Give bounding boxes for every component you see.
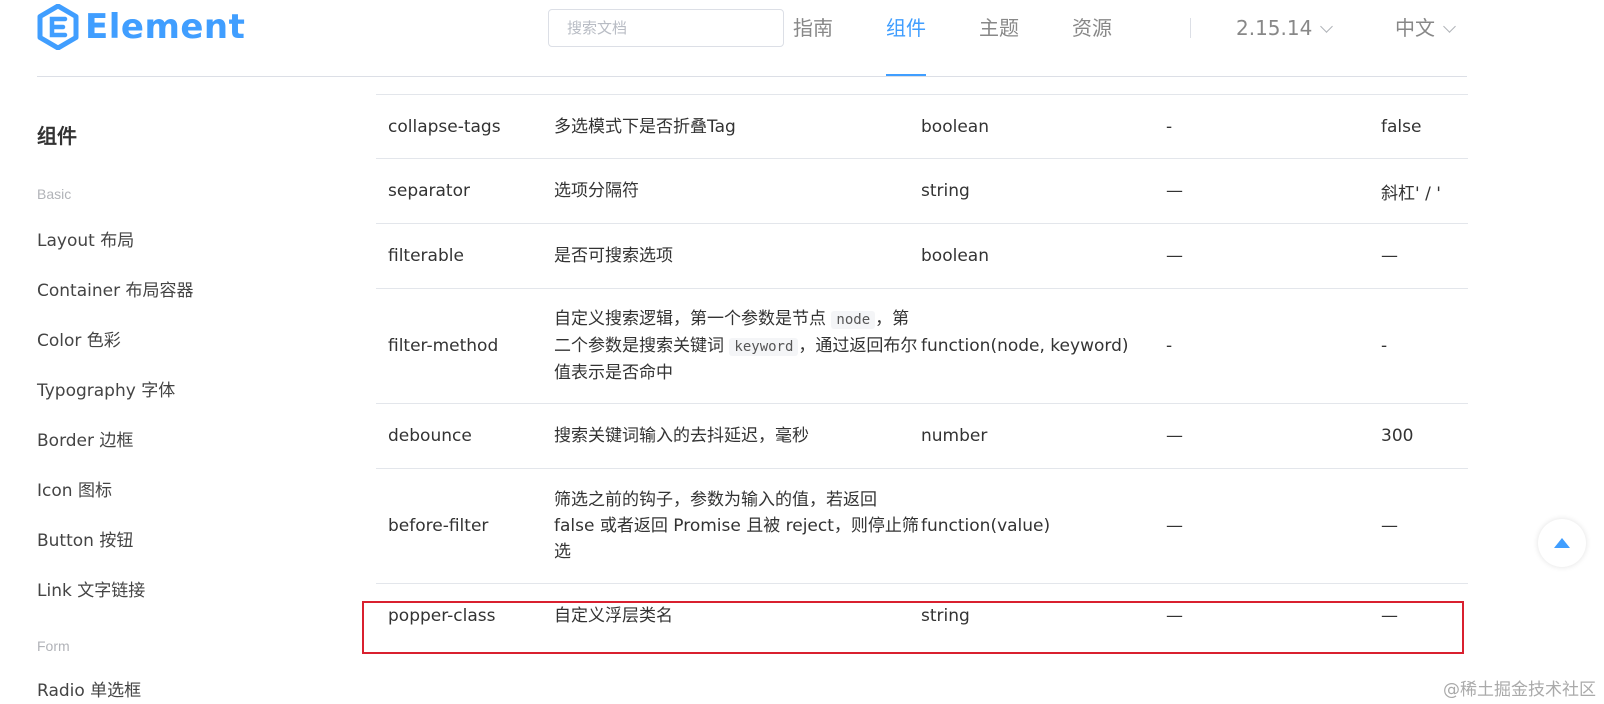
options-cell: -	[1166, 336, 1173, 356]
nav-guide-label[interactable]: 指南	[793, 16, 833, 40]
search-input[interactable]	[548, 9, 784, 47]
type-cell: string	[921, 181, 970, 201]
param-cell: collapse-tags	[388, 116, 501, 137]
table-row: filterable 是否可搜索选项 boolean — —	[376, 223, 1468, 288]
description-cell: 自定义搜索逻辑，第一个参数是节点 node ，第二个参数是搜索关键词 keywor…	[554, 289, 919, 403]
table-row: debounce 搜索关键词输入的去抖延迟，毫秒 number — 300	[376, 403, 1468, 468]
language-label: 中文	[1395, 16, 1435, 40]
default-cell: —	[1381, 516, 1398, 536]
options-cell: -	[1166, 116, 1173, 137]
param-cell: filter-method	[388, 336, 499, 356]
description-cell: 筛选之前的钩子，参数为输入的值，若返回 false 或者返回 Promise 且…	[554, 469, 919, 583]
sidebar-item-icon[interactable]: Icon 图标	[37, 476, 112, 501]
type-cell: boolean	[921, 246, 989, 266]
table-row: separator 选项分隔符 string — 斜杠' / '	[376, 158, 1468, 223]
sidebar-item-container[interactable]: Container 布局容器	[37, 276, 193, 301]
sidebar-item-link[interactable]: Link 文字链接	[37, 576, 145, 601]
description-text: 选项分隔符	[554, 178, 639, 204]
brand-name: Element	[85, 7, 246, 47]
sidebar-group-basic: Basic	[37, 186, 72, 202]
sidebar-item-radio[interactable]: Radio 单选框	[37, 676, 141, 701]
nav-component-label[interactable]: 组件	[886, 16, 926, 40]
sidebar-item-layout[interactable]: Layout 布局	[37, 226, 134, 251]
param-cell: debounce	[388, 426, 472, 446]
table-row: collapse-tags 多选模式下是否折叠Tag boolean - false	[376, 94, 1468, 158]
description-cell: 搜索关键词输入的去抖延迟，毫秒	[554, 404, 919, 468]
default-cell: -	[1381, 336, 1388, 356]
highlight-box	[362, 601, 1464, 654]
description-text: 自定义搜索逻辑，第一个参数是节点 node ，第二个参数是搜索关键词 keywor…	[554, 306, 919, 386]
options-cell: —	[1166, 181, 1183, 201]
param-cell: separator	[388, 181, 470, 201]
language-dropdown[interactable]: 中文	[1395, 0, 1456, 56]
default-cell: 300	[1381, 426, 1414, 446]
sidebar-item-button[interactable]: Button 按钮	[37, 526, 133, 551]
nav-divider	[1190, 18, 1191, 38]
table-row: before-filter 筛选之前的钩子，参数为输入的值，若返回 false 或…	[376, 468, 1468, 583]
sidebar-item-border[interactable]: Border 边框	[37, 426, 133, 451]
default-cell: —	[1381, 246, 1398, 266]
description-text: 多选模式下是否折叠Tag	[554, 114, 736, 140]
description-text: 是否可搜索选项	[554, 243, 673, 269]
type-cell: boolean	[921, 116, 989, 137]
description-text: 搜索关键词输入的去抖延迟，毫秒	[554, 423, 809, 449]
description-text: 筛选之前的钩子，参数为输入的值，若返回 false 或者返回 Promise 且…	[554, 487, 919, 565]
back-to-top-button[interactable]	[1538, 519, 1586, 567]
nav-resource-label[interactable]: 资源	[1072, 16, 1112, 40]
default-cell: false	[1381, 116, 1422, 137]
description-cell: 是否可搜索选项	[554, 224, 919, 288]
options-cell: —	[1166, 426, 1183, 446]
description-fragment: 多选模式下是否折叠Tag	[554, 116, 736, 137]
description-fragment: 是否可搜索选项	[554, 246, 673, 266]
inline-code: node	[831, 311, 876, 329]
attributes-table: collapse-tags 多选模式下是否折叠Tag boolean - false se…	[376, 94, 1468, 648]
chevron-down-icon	[1443, 20, 1456, 33]
options-cell: —	[1166, 246, 1183, 266]
param-cell: before-filter	[388, 516, 489, 536]
header-divider	[37, 76, 1467, 77]
default-cell: 斜杠' / '	[1381, 183, 1441, 204]
type-cell: number	[921, 426, 988, 446]
description-cell: 选项分隔符	[554, 159, 919, 223]
nav-component[interactable]: 组件	[886, 0, 926, 76]
type-cell: function(value)	[921, 516, 1051, 536]
description-cell: 多选模式下是否折叠Tag	[554, 95, 919, 158]
description-fragment: 搜索关键词输入的去抖延迟，毫秒	[554, 426, 809, 446]
nav-guide[interactable]: 指南	[793, 0, 833, 76]
table-row: filter-method 自定义搜索逻辑，第一个参数是节点 node ，第二个参数…	[376, 288, 1468, 403]
nav-resource[interactable]: 资源	[1072, 0, 1112, 76]
sidebar-title: 组件	[37, 124, 77, 148]
chevron-down-icon	[1320, 20, 1334, 33]
version-dropdown[interactable]: 2.15.14	[1236, 0, 1334, 56]
nav-theme[interactable]: 主题	[979, 0, 1019, 76]
sidebar-item-color[interactable]: Color 色彩	[37, 326, 121, 351]
element-logo[interactable]: Element	[37, 4, 245, 50]
description-fragment: 筛选之前的钩子，参数为输入的值，若返回 false 或者返回 Promise 且…	[554, 490, 919, 562]
description-fragment: 选项分隔符	[554, 181, 639, 201]
type-cell: function(node, keyword)	[921, 336, 1129, 356]
param-cell: filterable	[388, 246, 464, 266]
watermark: @稀土掘金技术社区	[1443, 680, 1596, 700]
description-fragment: 自定义搜索逻辑，第一个参数是节点	[554, 309, 832, 329]
sidebar-group-form: Form	[37, 638, 70, 654]
sidebar-item-typography[interactable]: Typography 字体	[37, 376, 175, 401]
version-label: 2.15.14	[1236, 16, 1313, 40]
element-logo-icon	[37, 4, 79, 50]
inline-code: keyword	[729, 338, 799, 356]
nav-theme-label[interactable]: 主题	[979, 16, 1019, 40]
options-cell: —	[1166, 516, 1183, 536]
caret-up-icon	[1554, 538, 1570, 548]
